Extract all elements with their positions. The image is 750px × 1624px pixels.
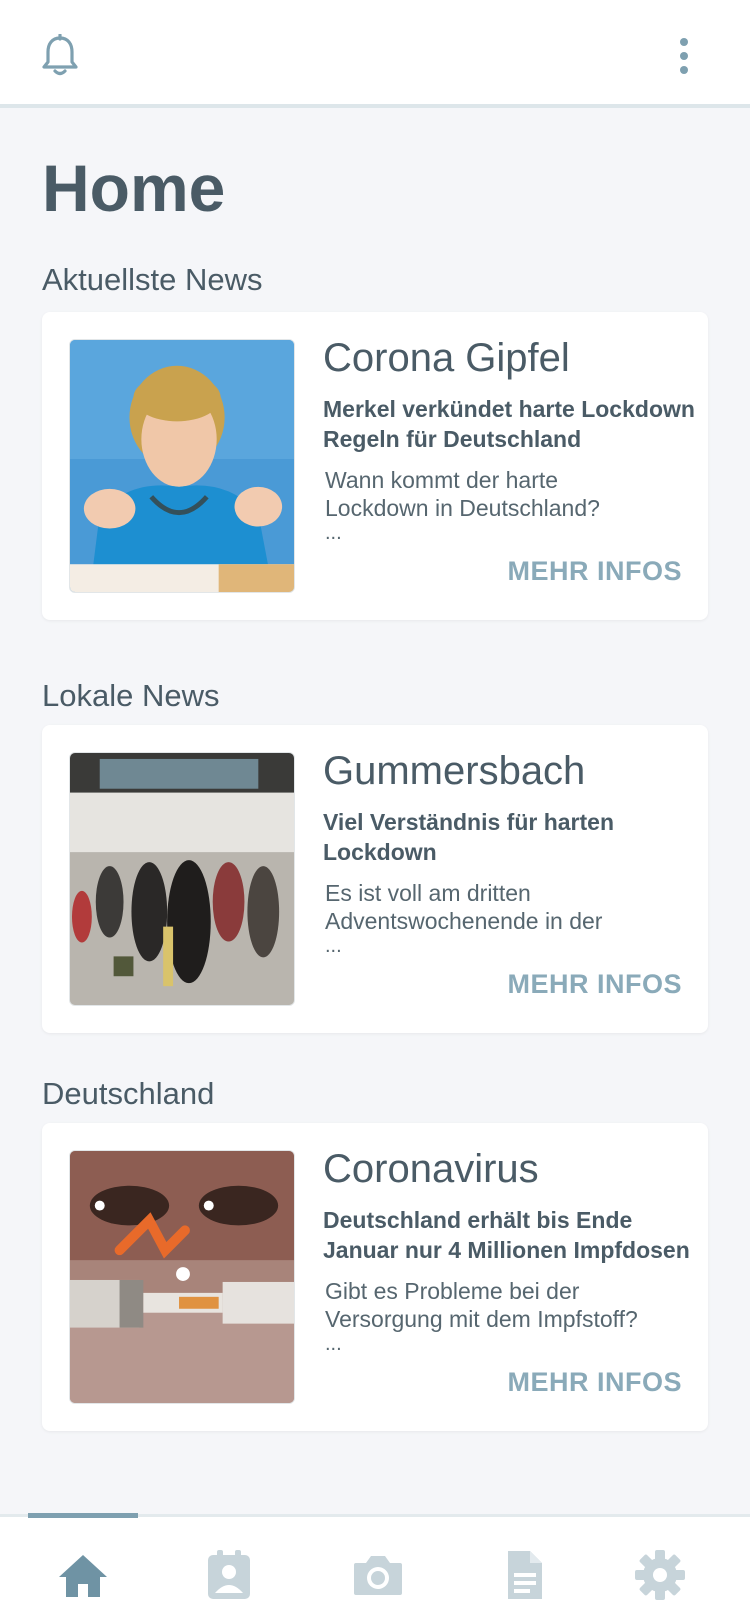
- news-image: [69, 1150, 295, 1404]
- card-ellipsis: ...: [325, 1333, 342, 1355]
- card-ellipsis: ...: [325, 935, 342, 957]
- nav-contacts[interactable]: [201, 1547, 257, 1603]
- card-subtitle: Deutschland erhält bis Ende Januar nur 4…: [323, 1207, 690, 1263]
- news-image: [69, 339, 295, 593]
- page-title: Home: [42, 151, 226, 225]
- card-ellipsis: ...: [325, 522, 342, 544]
- more-info-button[interactable]: MEHR INFOS: [507, 556, 682, 587]
- news-card-corona-gipfel[interactable]: Corona Gipfel Merkel verkündet harte Loc…: [42, 312, 708, 620]
- section-title-aktuellste-news: Aktuellste News: [42, 262, 263, 297]
- news-image: [69, 752, 295, 1006]
- bottom-navigation: [0, 1513, 750, 1624]
- more-info-button[interactable]: MEHR INFOS: [507, 969, 682, 1000]
- card-subtitle: Viel Verständnis für harten Lockdown: [323, 809, 615, 865]
- contact-card-icon: [208, 1550, 250, 1599]
- active-tab-indicator: [28, 1513, 138, 1518]
- card-subtitle: Merkel verkündet harte Lockdown Regeln f…: [323, 396, 695, 452]
- card-excerpt: Es ist voll am dritten Adventswochenende…: [325, 880, 603, 934]
- document-icon: [508, 1551, 542, 1599]
- card-excerpt: Wann kommt der harte Lockdown in Deutsch…: [325, 467, 600, 521]
- section-title-lokale-news: Lokale News: [42, 678, 220, 713]
- nav-camera[interactable]: [350, 1547, 406, 1603]
- more-vertical-icon[interactable]: [666, 36, 702, 76]
- top-app-bar: [0, 0, 750, 108]
- card-title: Corona Gipfel: [323, 336, 570, 380]
- camera-icon: [354, 1556, 402, 1595]
- card-title: Coronavirus: [323, 1147, 539, 1191]
- bell-icon[interactable]: [40, 33, 80, 78]
- home-icon: [59, 1555, 107, 1597]
- nav-home[interactable]: [55, 1547, 111, 1603]
- news-card-gummersbach[interactable]: Gummersbach Viel Verständnis für harten …: [42, 725, 708, 1033]
- section-title-deutschland: Deutschland: [42, 1076, 215, 1111]
- card-title: Gummersbach: [323, 749, 586, 793]
- card-excerpt: Gibt es Probleme bei der Versorgung mit …: [325, 1278, 638, 1332]
- nav-settings[interactable]: [632, 1547, 688, 1603]
- gear-icon: [635, 1550, 685, 1600]
- nav-documents[interactable]: [496, 1547, 552, 1603]
- news-card-coronavirus[interactable]: Coronavirus Deutschland erhält bis Ende …: [42, 1123, 708, 1431]
- more-info-button[interactable]: MEHR INFOS: [507, 1367, 682, 1398]
